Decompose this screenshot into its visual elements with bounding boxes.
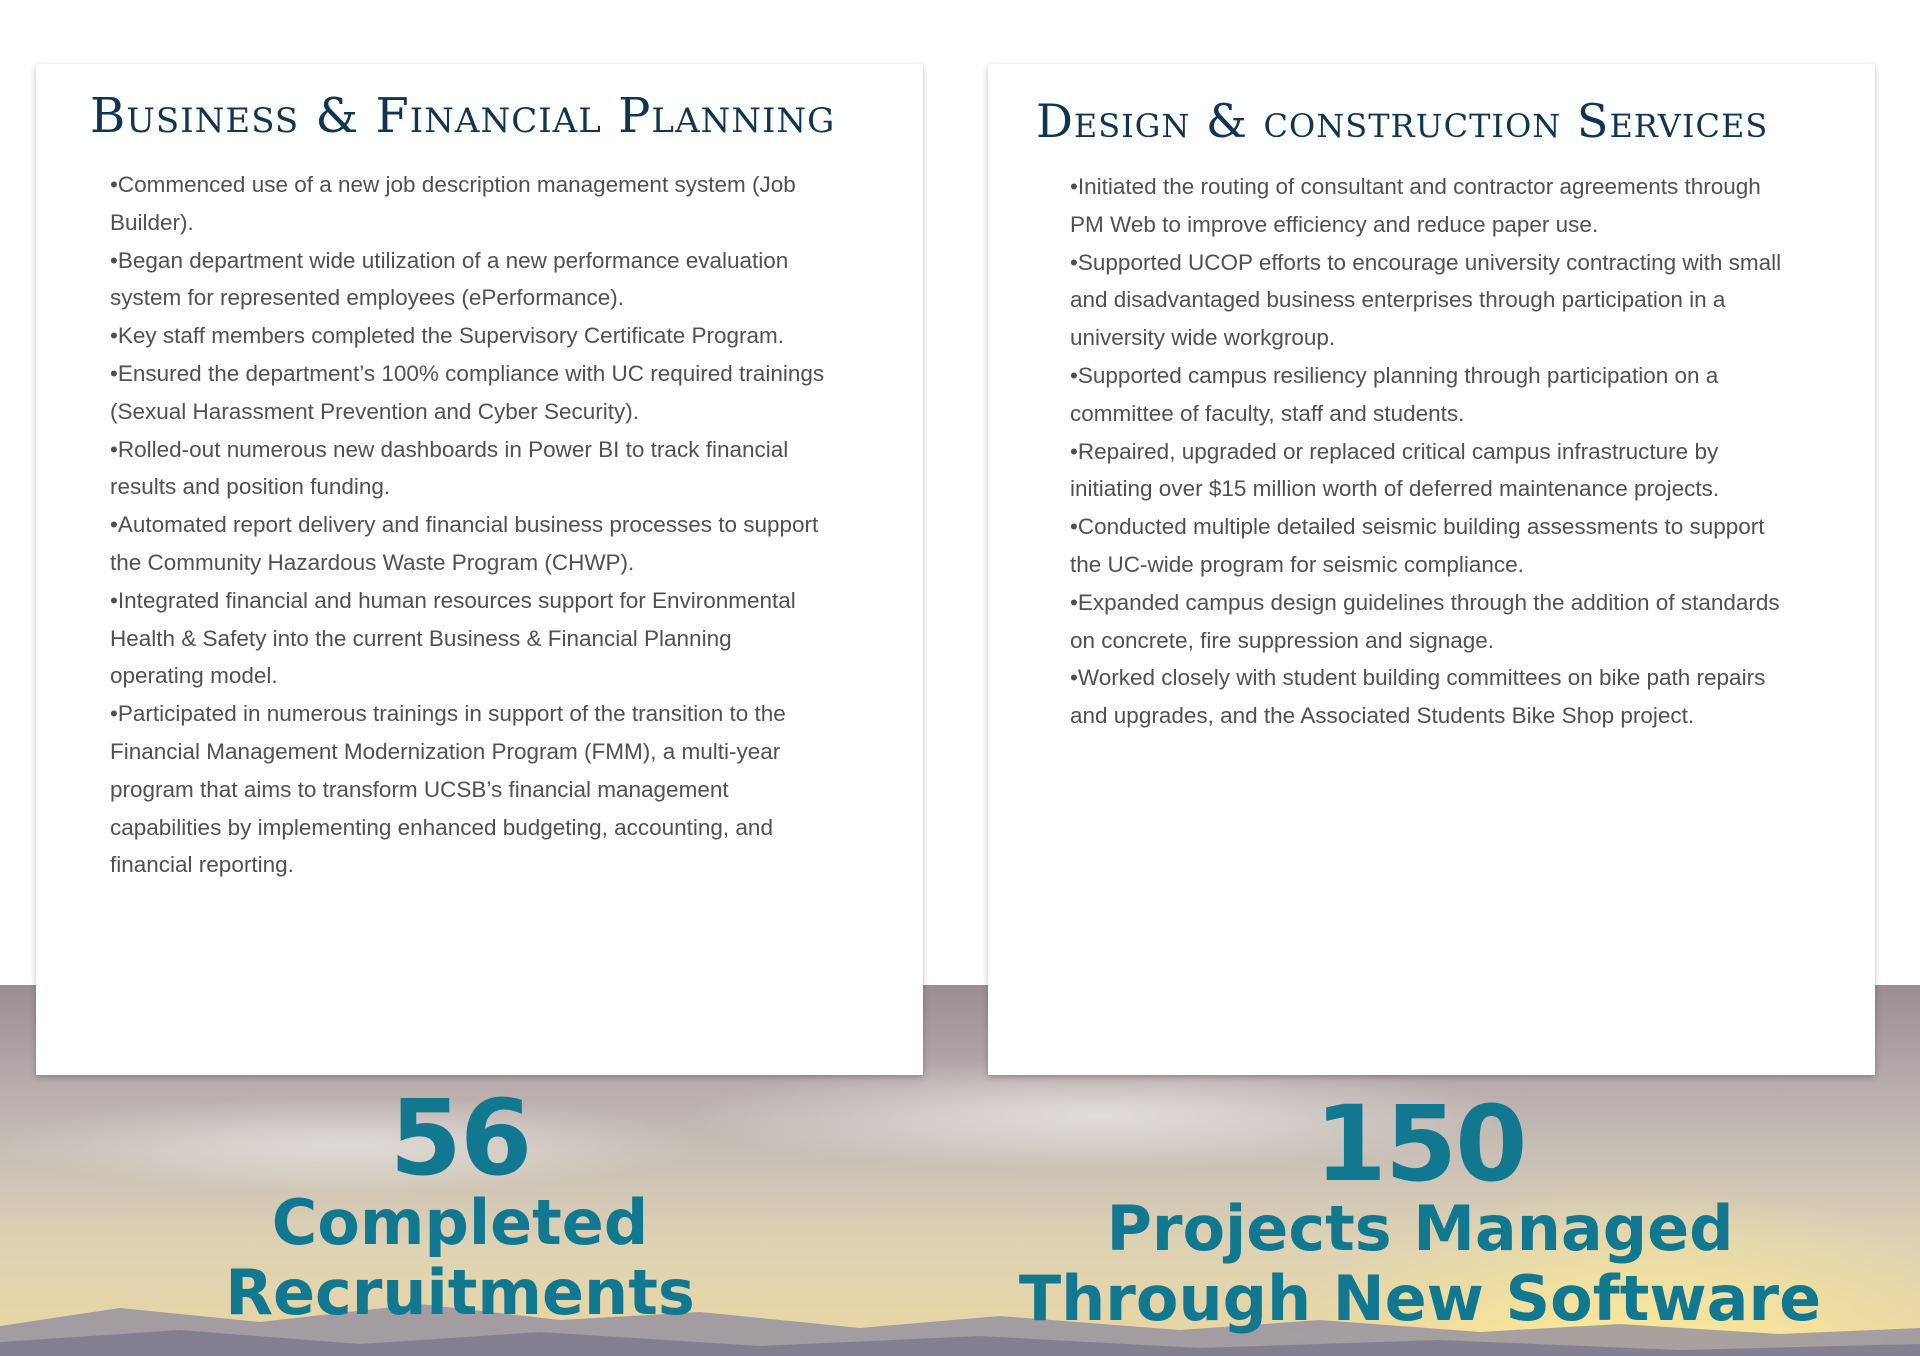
list-item: Supported UCOP efforts to encourage univ… bbox=[1070, 244, 1790, 357]
card-title: Design & construction Services bbox=[1036, 94, 1769, 148]
list-item: Repaired, upgraded or replaced critical … bbox=[1070, 433, 1790, 509]
stat-number: 56 bbox=[389, 1077, 533, 1199]
stat-number: 150 bbox=[1314, 1083, 1527, 1205]
list-item: Expanded campus design guidelines throug… bbox=[1070, 584, 1790, 660]
list-item: Conducted multiple detailed seismic buil… bbox=[1070, 508, 1790, 584]
list-item: Ensured the department’s 100% compliance… bbox=[110, 355, 830, 431]
list-item: Supported campus resiliency planning thr… bbox=[1070, 357, 1790, 433]
list-item: Worked closely with student building com… bbox=[1070, 659, 1790, 735]
list-item: Commenced use of a new job description m… bbox=[110, 166, 830, 242]
accomplishment-list: Initiated the routing of consultant and … bbox=[1070, 168, 1790, 735]
stat-projects-managed: 150 Projects Managed Through New Softwar… bbox=[1000, 1083, 1840, 1335]
stat-label: Completed Recruitments bbox=[225, 1186, 695, 1329]
list-item: Rolled-out numerous new dashboards in Po… bbox=[110, 431, 830, 507]
stat-label: Projects Managed Through New Software bbox=[1018, 1192, 1822, 1335]
list-item: Key staff members completed the Supervis… bbox=[110, 317, 830, 355]
stat-completed-recruitments: 56 Completed Recruitments bbox=[160, 1077, 760, 1329]
design-construction-services-card: Design & construction Services Initiated… bbox=[988, 64, 1875, 1075]
accomplishment-list: Commenced use of a new job description m… bbox=[110, 166, 830, 884]
list-item: Began department wide utilization of a n… bbox=[110, 242, 830, 318]
list-item: Integrated financial and human resources… bbox=[110, 582, 830, 695]
list-item: Initiated the routing of consultant and … bbox=[1070, 168, 1790, 244]
card-title: Business & Financial Planning bbox=[90, 88, 836, 144]
list-item: Automated report delivery and financial … bbox=[110, 506, 830, 582]
business-financial-planning-card: Business & Financial Planning Commenced … bbox=[36, 64, 923, 1075]
list-item: Participated in numerous trainings in su… bbox=[110, 695, 830, 884]
